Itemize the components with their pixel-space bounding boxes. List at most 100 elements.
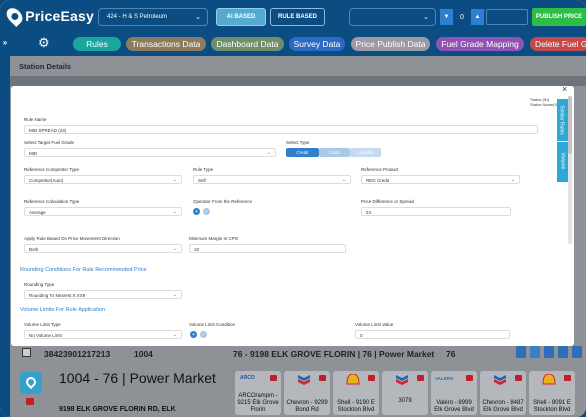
expand-sidebar-icon[interactable]: » (0, 38, 10, 50)
delete-icon[interactable] (558, 346, 568, 358)
volume-limit-type-select[interactable]: No Volume Limit ⌄ (24, 330, 182, 339)
camera-icon[interactable] (368, 375, 375, 381)
competitor-card[interactable]: 3079 (382, 371, 428, 415)
price-product-select[interactable]: ⌄ (349, 8, 436, 26)
price-input[interactable] (486, 9, 528, 25)
left-rail (0, 32, 10, 417)
similar-rules-label: Similar Rules (558, 105, 565, 135)
row-checkbox[interactable] (22, 348, 31, 357)
tab-fuel-grade-mapping[interactable]: Fuel Grade Mapping (436, 37, 524, 51)
competitor-label: Valero - 8999 Elk Grove Blvd (434, 400, 474, 413)
row-description: 76 - 9198 ELK GROVE FLORIN | 76 | Power … (233, 349, 435, 359)
competitor-card[interactable]: Shell - 8091 E Stockton Blvd (529, 371, 575, 415)
rule-name-input[interactable]: MID SPREAD (23) (24, 125, 538, 134)
ref-competitor-type-select[interactable]: Competitor(Auto) ⌄ (24, 175, 182, 184)
chevron-down-icon: ⌄ (172, 209, 177, 215)
rounding-section-title: Rounding Conditions For Rule Recommended… (20, 267, 147, 273)
table-row[interactable]: 38423901217213 1004 76 - 9198 ELK GROVE … (10, 346, 586, 362)
rule-name-label: Rule Name (24, 117, 47, 122)
chevron-down-icon: ⌄ (172, 292, 177, 298)
station-select[interactable]: 424 - H & S Petroleum ⌄ (98, 8, 208, 26)
status-line: Status Name(ID) (530, 102, 560, 107)
competitor-card[interactable]: ARCO ARCO/ampm - 9215 Elk Grove Florin (235, 371, 281, 415)
chevron-logo-icon (298, 375, 310, 385)
row-id: 38423901217213 (44, 349, 111, 359)
rounding-type-label: Rounding Type (24, 282, 55, 287)
edit-icon[interactable] (516, 346, 526, 358)
ai-based-button[interactable]: AI BASED (216, 8, 266, 26)
competitor-card[interactable]: Chevron - 8487 Elk Grove Blvd (480, 371, 526, 415)
stepper-decrement-button[interactable]: ▼ (440, 9, 453, 25)
view-icon[interactable] (530, 346, 540, 358)
camera-icon[interactable] (417, 375, 424, 381)
similar-rules-tab[interactable]: Similar Rules (557, 99, 568, 141)
competitor-label: Chevron - 9299 Bond Rd (286, 400, 328, 413)
stepper-increment-button[interactable]: ▲ (471, 9, 484, 25)
ref-product-label: Reference Product (361, 167, 399, 172)
ref-product-select[interactable]: REG Credit ⌄ (361, 175, 520, 184)
type-liquidity-button[interactable]: Liquidity (350, 148, 381, 157)
section-title: Station Details (19, 62, 72, 71)
ref-calc-type-select[interactable]: Average ⌄ (24, 207, 182, 216)
modal-scrollbar-thumb[interactable] (568, 96, 572, 154)
target-fuel-grade-value: MID (29, 151, 38, 156)
tab-dashboard-data[interactable]: Dashboard Data (211, 37, 284, 51)
tab-survey-data[interactable]: Survey Data (289, 37, 345, 51)
tab-price-publish-data[interactable]: Price Publish Data (351, 37, 430, 51)
more-icon[interactable] (572, 346, 582, 358)
volume-limit-type-value: No Volume Limit (29, 333, 62, 338)
volume-condition-label: Volume Limit Condition (189, 322, 236, 327)
plus-icon[interactable]: + (193, 208, 200, 215)
rule-type-select[interactable]: Self ⌄ (193, 175, 351, 184)
close-icon[interactable]: × (562, 84, 572, 94)
camera-icon[interactable] (515, 375, 522, 381)
competitor-card[interactable]: Chevron - 9299 Bond Rd (284, 371, 330, 415)
publish-price-button[interactable]: PUBLISH PRICE (532, 8, 586, 26)
competitor-card[interactable]: VALERO Valero - 8999 Elk Grove Blvd (431, 371, 477, 415)
chevron-down-icon: ⌄ (172, 246, 177, 252)
gear-icon[interactable]: ⚙ (38, 36, 52, 50)
history-icon[interactable] (544, 346, 554, 358)
chevron-down-icon: ⌄ (423, 14, 429, 21)
ref-competitor-type-label: Reference Competitor Type (24, 167, 79, 172)
plus-icon[interactable]: + (190, 331, 197, 338)
min-margin-input[interactable]: 10 (189, 244, 346, 253)
operator-label: Operator From the Reference (193, 199, 253, 204)
station-select-value: 424 - H & S Petroleum (107, 14, 168, 20)
apply-rule-value: Both (29, 247, 39, 252)
row-brand: 76 (446, 349, 456, 359)
valero-logo-icon: VALERO (435, 376, 454, 381)
table-header (10, 76, 586, 86)
stepper-value[interactable]: 0 (453, 9, 471, 25)
competitor-card[interactable]: Shell - 9190 E Stockton Blvd (333, 371, 379, 415)
type-credit-button[interactable]: Credit (286, 148, 319, 157)
rule-based-button[interactable]: RULE BASED (270, 8, 325, 26)
type-cash-button[interactable]: Cash (319, 148, 350, 157)
app-name: PriceEasy (25, 8, 94, 24)
camera-icon[interactable] (26, 398, 34, 405)
camera-icon[interactable] (564, 375, 571, 381)
price-diff-label: Price Difference or Spread (361, 199, 414, 204)
rounding-type-value: Rounding To Nearest X.XX9 (29, 293, 86, 298)
tab-rules[interactable]: Rules (73, 37, 121, 51)
volume-limit-type-label: Volume Limit Type (24, 322, 61, 327)
camera-icon[interactable] (270, 375, 277, 381)
target-fuel-grade-select[interactable]: MID ⌄ (24, 148, 276, 157)
tab-transactions-data[interactable]: Transactions Data (126, 37, 206, 51)
competitor-label: 3079 (398, 398, 412, 404)
rounding-type-select[interactable]: Rounding To Nearest X.XX9 ⌄ (24, 290, 182, 299)
chevron-down-icon: ⌄ (172, 177, 177, 183)
logo: PriceEasy (3, 4, 94, 28)
camera-icon[interactable] (319, 375, 326, 381)
price-diff-input[interactable]: 24 (361, 207, 511, 216)
volume-limit-value-input[interactable]: 0 (355, 330, 510, 339)
minus-icon[interactable]: − (203, 208, 210, 215)
minus-icon[interactable]: − (200, 331, 207, 338)
ref-competitor-type-value: Competitor(Auto) (29, 178, 64, 183)
chevron-logo-icon (396, 375, 408, 385)
tab-delete-fuel-grade[interactable]: Delete Fuel Gra (530, 37, 586, 51)
volume-label: Volume (559, 152, 566, 170)
volume-tab[interactable]: Volume (557, 142, 568, 182)
apply-rule-select[interactable]: Both ⌄ (24, 244, 182, 253)
camera-icon[interactable] (466, 375, 473, 381)
